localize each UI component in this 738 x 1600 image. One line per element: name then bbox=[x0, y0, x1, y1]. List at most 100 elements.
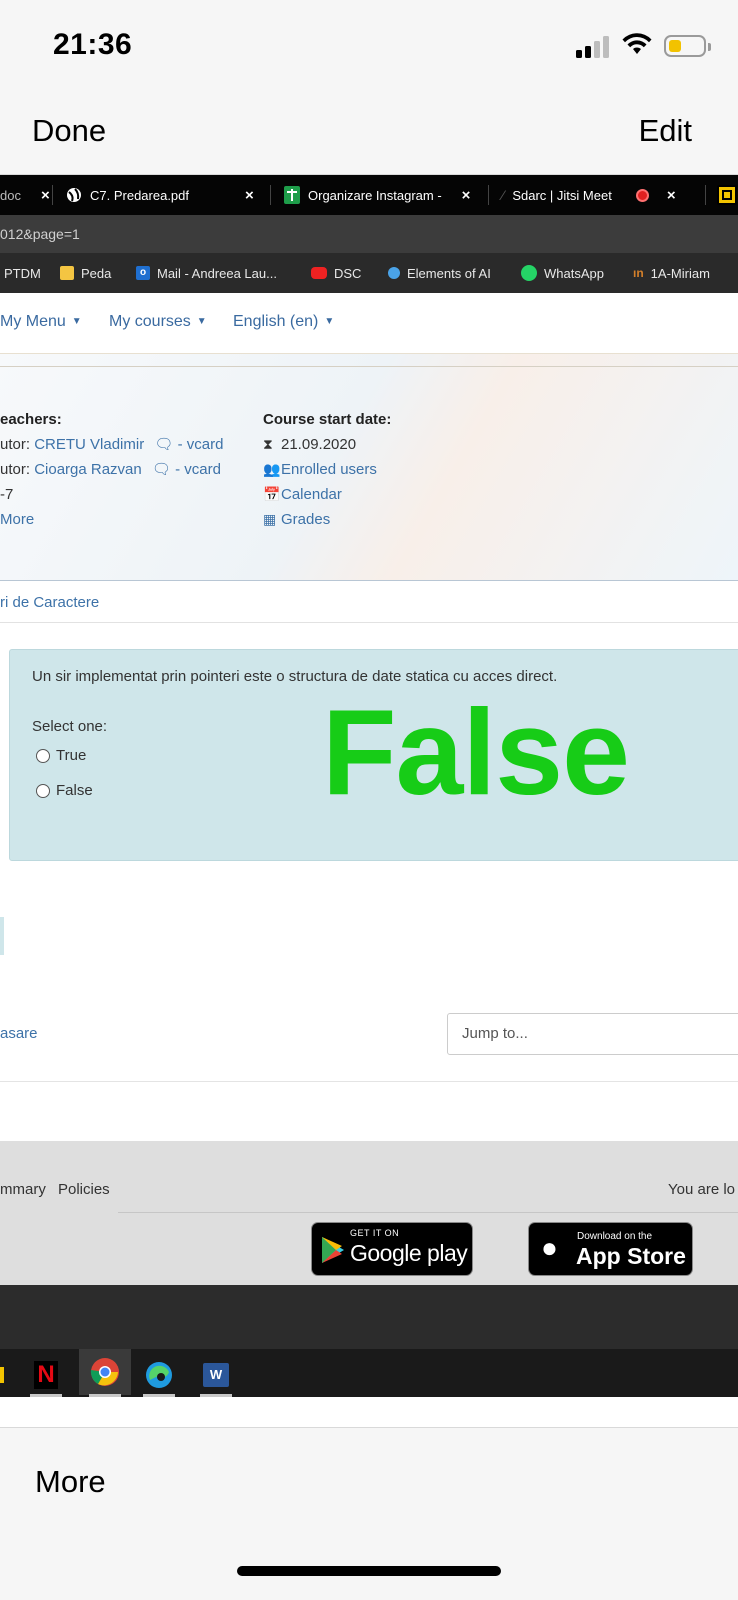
bookmark-1a-miriam[interactable]: ın 1A-Miriam bbox=[633, 253, 710, 293]
close-icon[interactable]: × bbox=[41, 187, 50, 204]
jitsi-icon: ⁄ bbox=[502, 187, 505, 203]
close-icon[interactable]: × bbox=[245, 187, 254, 204]
photo-nav-bar: Done Edit bbox=[0, 95, 738, 175]
netflix-icon[interactable]: N bbox=[26, 1355, 66, 1397]
tab-favicon-icon[interactable] bbox=[717, 185, 737, 205]
tab-predarea-pdf[interactable]: C7. Predarea.pdf × bbox=[66, 175, 254, 215]
bookmark-whatsapp[interactable]: WhatsApp bbox=[521, 253, 604, 293]
google-play-main: Google play bbox=[350, 1240, 468, 1266]
bookmark-ptdm[interactable]: PTDM bbox=[4, 253, 41, 293]
vcard-link[interactable]: - vcard bbox=[178, 436, 224, 453]
chrome-icon[interactable] bbox=[79, 1349, 131, 1397]
vcard-link[interactable]: - vcard bbox=[175, 461, 221, 478]
teacher-name-link[interactable]: CRETU Vladimir bbox=[34, 436, 144, 453]
menu-label: My courses bbox=[109, 313, 191, 330]
windows-taskbar: N W bbox=[0, 1349, 738, 1397]
tab-label: C7. Predarea.pdf bbox=[90, 187, 190, 203]
app-store-badge[interactable]: ● Download on the App Store bbox=[528, 1222, 693, 1276]
bookmark-label: Mail - Andreea Lau... bbox=[157, 265, 277, 281]
browser-screenshot: doc × C7. Predarea.pdf × Organizare Inst… bbox=[0, 175, 738, 1427]
message-icon[interactable]: 🗨 bbox=[154, 436, 173, 453]
bookmark-label: Peda bbox=[81, 265, 112, 281]
edit-button[interactable]: Edit bbox=[639, 113, 692, 149]
browser-tab-bar: doc × C7. Predarea.pdf × Organizare Inst… bbox=[0, 175, 738, 215]
more-button[interactable]: More bbox=[35, 1464, 106, 1500]
teacher-name-link[interactable]: Cioarga Razvan bbox=[34, 461, 142, 478]
radio-button[interactable] bbox=[36, 783, 50, 798]
page-footer: mmary Policies You are lo GET IT ON Goog… bbox=[0, 1141, 738, 1285]
login-info: You are lo bbox=[668, 1181, 736, 1198]
more-link[interactable]: More bbox=[0, 507, 223, 532]
tab-jitsi-meet[interactable]: ⁄ Sdarc | Jitsi Meet × bbox=[502, 175, 676, 215]
table-icon: ▦ bbox=[263, 511, 277, 527]
course-info-block: Course start date: ⧗ 21.09.2020 👥Enrolled… bbox=[263, 407, 391, 532]
radio-button[interactable] bbox=[36, 748, 50, 763]
bookmark-label: 1A-Miriam bbox=[650, 265, 710, 281]
tab-organizare-instagram[interactable]: Organizare Instagram - × bbox=[284, 175, 470, 215]
button-edge[interactable] bbox=[0, 917, 4, 955]
google-play-badge[interactable]: GET IT ON Google play bbox=[311, 1222, 473, 1276]
address-bar[interactable]: 012&page=1 bbox=[0, 215, 738, 253]
app-store-top: Download on the bbox=[577, 1231, 653, 1242]
menu-my-menu[interactable]: My Menu ▼ bbox=[0, 313, 82, 331]
bookmark-dsc[interactable]: DSC bbox=[311, 253, 361, 293]
desktop-bar bbox=[0, 1285, 738, 1349]
enrolled-users-row[interactable]: 👥Enrolled users bbox=[263, 457, 391, 482]
jump-to-select[interactable]: Jump to... bbox=[447, 1013, 738, 1055]
calendar-link[interactable]: Calendar bbox=[281, 486, 342, 503]
close-icon[interactable]: × bbox=[462, 187, 471, 204]
done-button[interactable]: Done bbox=[32, 113, 106, 149]
teacher-role: utor: bbox=[0, 436, 31, 453]
bookmark-label: Elements of AI bbox=[407, 265, 491, 281]
start-date-value: 21.09.2020 bbox=[281, 436, 357, 453]
close-icon[interactable]: × bbox=[667, 187, 676, 204]
option-true[interactable]: True bbox=[36, 747, 86, 764]
menu-label: English (en) bbox=[233, 313, 319, 330]
calendar-row[interactable]: 📅Calendar bbox=[263, 482, 391, 507]
bookmark-label: PTDM bbox=[4, 265, 41, 281]
calendar-icon: 📅 bbox=[263, 486, 281, 502]
hourglass-icon: ⧗ bbox=[263, 436, 273, 452]
enrolled-users-link[interactable]: Enrolled users bbox=[281, 461, 377, 478]
sheets-icon bbox=[284, 186, 300, 204]
footer-summary-link[interactable]: mmary bbox=[0, 1181, 46, 1198]
teacher-row: utor: CRETU Vladimir 🗨 - vcard bbox=[0, 432, 223, 457]
site-menu: My Menu ▼ My courses ▼ English (en) ▼ bbox=[0, 293, 738, 353]
question-text: Un sir implementat prin pointeri este o … bbox=[32, 668, 558, 685]
teachers-block: eachers: utor: CRETU Vladimir 🗨 - vcard … bbox=[0, 407, 223, 532]
menu-my-courses[interactable]: My courses ▼ bbox=[109, 313, 207, 331]
bookmarks-bar: PTDM Peda o Mail - Andreea Lau... DSC Ele… bbox=[0, 253, 738, 293]
app-store-main: App Store bbox=[576, 1243, 686, 1269]
taskbar-app-icon[interactable] bbox=[0, 1367, 4, 1383]
grades-link[interactable]: Grades bbox=[281, 511, 330, 528]
bookmark-elements-of-ai[interactable]: Elements of AI bbox=[388, 253, 491, 293]
teacher-role: utor: bbox=[0, 461, 31, 478]
bookmark-label: WhatsApp bbox=[544, 265, 604, 281]
start-date-heading: Course start date: bbox=[263, 411, 392, 428]
bookmark-mail[interactable]: o Mail - Andreea Lau... bbox=[136, 253, 277, 293]
folder-icon bbox=[60, 266, 74, 280]
footer-policies-link[interactable]: Policies bbox=[58, 1181, 110, 1198]
google-play-icon bbox=[322, 1237, 344, 1263]
breadcrumb[interactable]: ri de Caractere bbox=[0, 583, 738, 623]
caret-down-icon: ▼ bbox=[324, 316, 335, 327]
teachers-heading: eachers: bbox=[0, 411, 62, 428]
bookmark-peda[interactable]: Peda bbox=[60, 253, 111, 293]
edge-icon[interactable] bbox=[139, 1355, 179, 1397]
course-header: eachers: utor: CRETU Vladimir 🗨 - vcard … bbox=[0, 353, 738, 581]
globe-icon bbox=[67, 188, 81, 202]
elements-ai-icon bbox=[388, 267, 400, 279]
apple-icon: ● bbox=[541, 1232, 558, 1263]
bottom-toolbar: More bbox=[0, 1427, 738, 1600]
word-icon[interactable]: W bbox=[196, 1355, 236, 1397]
message-icon[interactable]: 🗨 bbox=[152, 461, 171, 478]
answer-overlay-text: False bbox=[322, 684, 630, 820]
select-one-label: Select one: bbox=[32, 718, 108, 735]
option-false[interactable]: False bbox=[36, 782, 93, 799]
course-code: -7 bbox=[0, 486, 14, 503]
previous-activity-link[interactable]: asare bbox=[0, 1025, 38, 1042]
menu-language[interactable]: English (en) ▼ bbox=[233, 313, 334, 331]
grades-row[interactable]: ▦ Grades bbox=[263, 507, 391, 532]
tab-doc[interactable]: doc × bbox=[0, 175, 50, 215]
tab-label: Sdarc | Jitsi Meet bbox=[512, 187, 612, 203]
